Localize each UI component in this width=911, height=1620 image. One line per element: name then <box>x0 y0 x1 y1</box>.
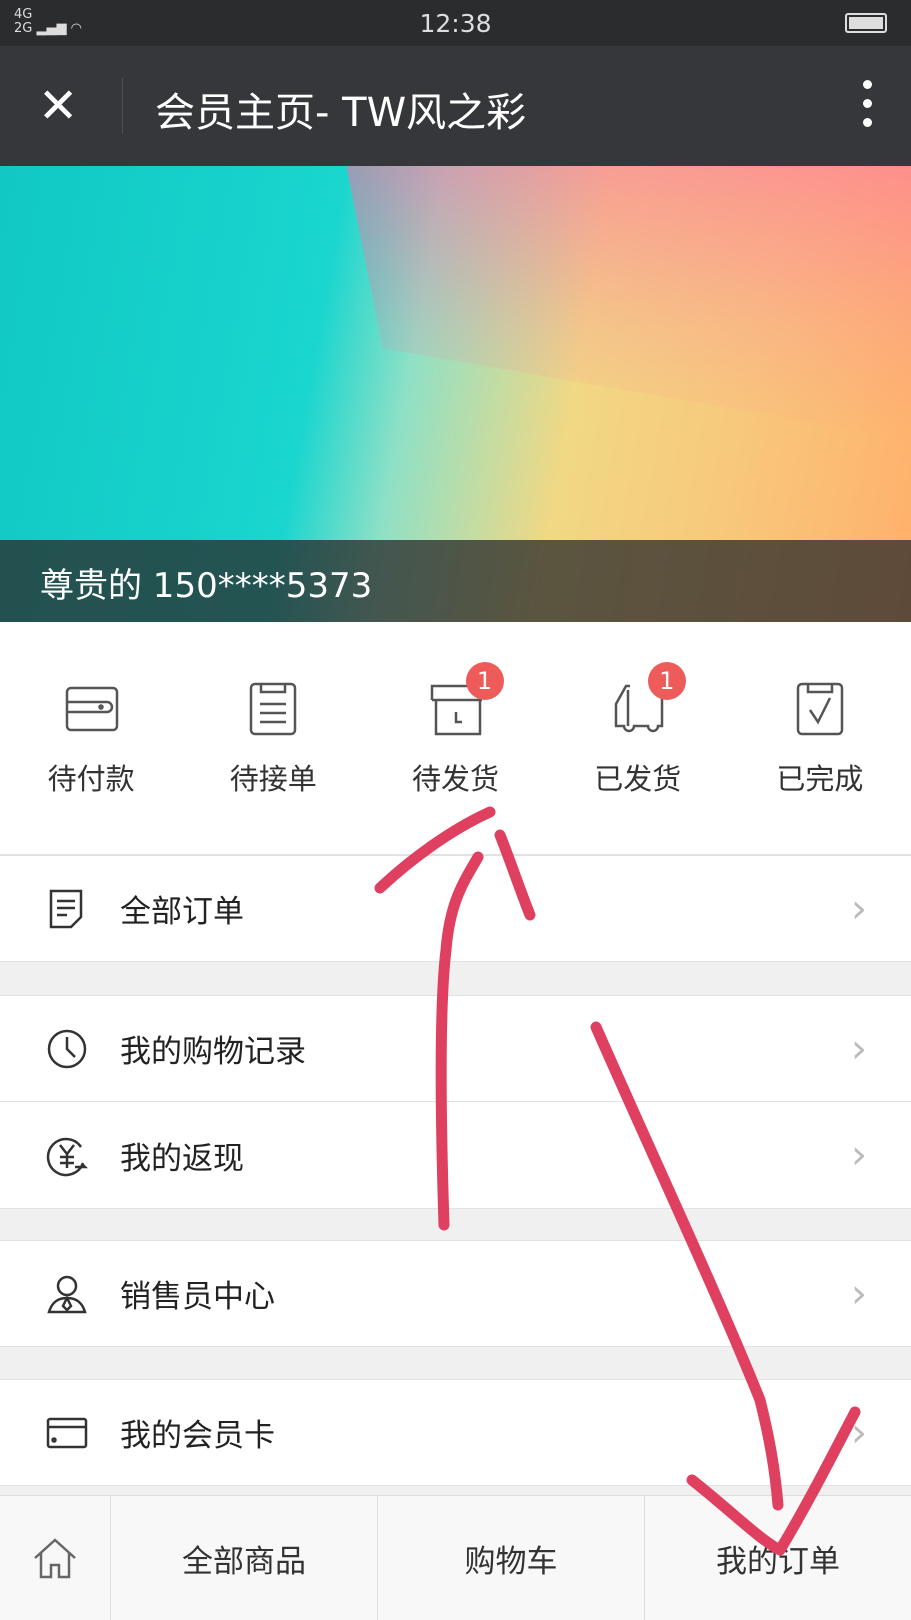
menu-label: 我的返现 <box>120 1140 244 1177</box>
menu-vip-card[interactable]: 我的会员卡 › <box>0 1379 911 1486</box>
wallet-icon <box>65 686 119 732</box>
menu-sales-center[interactable]: 销售员中心 › <box>0 1240 911 1347</box>
chevron-right-icon: › <box>851 1409 867 1456</box>
home-button[interactable] <box>0 1496 110 1620</box>
order-status-label: 待接单 <box>229 762 317 796</box>
clock: 12:38 <box>419 9 492 38</box>
order-status-pending-ship[interactable]: 1 待发货 <box>364 622 546 854</box>
order-status-shipped[interactable]: 1 已发货 <box>547 622 729 854</box>
menu-all-orders[interactable]: 全部订单 › <box>0 855 911 962</box>
order-status-label: 已发货 <box>594 762 682 796</box>
order-status-bar: 待付款 待接单 1 待发货 1 已发货 已完成 <box>0 622 911 855</box>
order-status-pending-accept[interactable]: 待接单 <box>182 622 364 854</box>
document-icon <box>49 889 83 928</box>
cart-button[interactable]: 购物车 <box>377 1496 644 1620</box>
salesperson-icon <box>47 1275 87 1313</box>
vip-card-icon <box>46 1417 88 1448</box>
chevron-right-icon: › <box>851 1270 867 1317</box>
menu-label: 我的会员卡 <box>120 1418 275 1454</box>
badge-count: 1 <box>647 662 686 700</box>
order-status-label: 待发货 <box>412 762 500 796</box>
menu-cashback[interactable]: 我的返现 › <box>0 1102 911 1209</box>
order-status-label: 待付款 <box>47 762 135 796</box>
battery-icon <box>845 13 887 33</box>
menu-label: 我的购物记录 <box>120 1034 306 1070</box>
page-title: 会员主页- TW风之彩 <box>155 90 527 136</box>
menu-label: 销售员中心 <box>120 1279 275 1315</box>
title-bar: ✕ 会员主页- TW风之彩 <box>0 46 911 166</box>
my-orders-button[interactable]: 我的订单 <box>644 1496 911 1620</box>
all-products-button[interactable]: 全部商品 <box>110 1496 377 1620</box>
menu-label: 全部订单 <box>120 894 244 930</box>
clipboard-check-icon <box>796 682 844 736</box>
order-status-pending-payment[interactable]: 待付款 <box>0 622 182 854</box>
badge-count: 1 <box>465 662 504 700</box>
clock-icon <box>47 1029 87 1068</box>
chevron-right-icon: › <box>851 1132 867 1178</box>
bottom-nav: 全部商品 购物车 我的订单 <box>0 1495 911 1620</box>
yuan-cashback-icon <box>46 1137 89 1177</box>
order-status-completed[interactable]: 已完成 <box>729 622 911 854</box>
status-bar: 4G 2G ▂▄▆ ◠ 12:38 <box>0 0 911 46</box>
order-status-label: 已完成 <box>776 762 864 796</box>
more-vertical-icon[interactable] <box>857 80 877 136</box>
menu-shopping-history[interactable]: 我的购物记录 › <box>0 995 911 1102</box>
clipboard-list-icon <box>250 682 297 736</box>
chevron-right-icon: › <box>851 885 867 932</box>
chevron-right-icon: › <box>851 1025 867 1072</box>
user-label: 尊贵的 150****5373 <box>0 540 911 622</box>
home-icon <box>34 1538 76 1579</box>
profile-banner: 尊贵的 150****5373 <box>0 166 911 622</box>
divider <box>122 78 123 134</box>
close-icon[interactable]: ✕ <box>38 76 78 136</box>
